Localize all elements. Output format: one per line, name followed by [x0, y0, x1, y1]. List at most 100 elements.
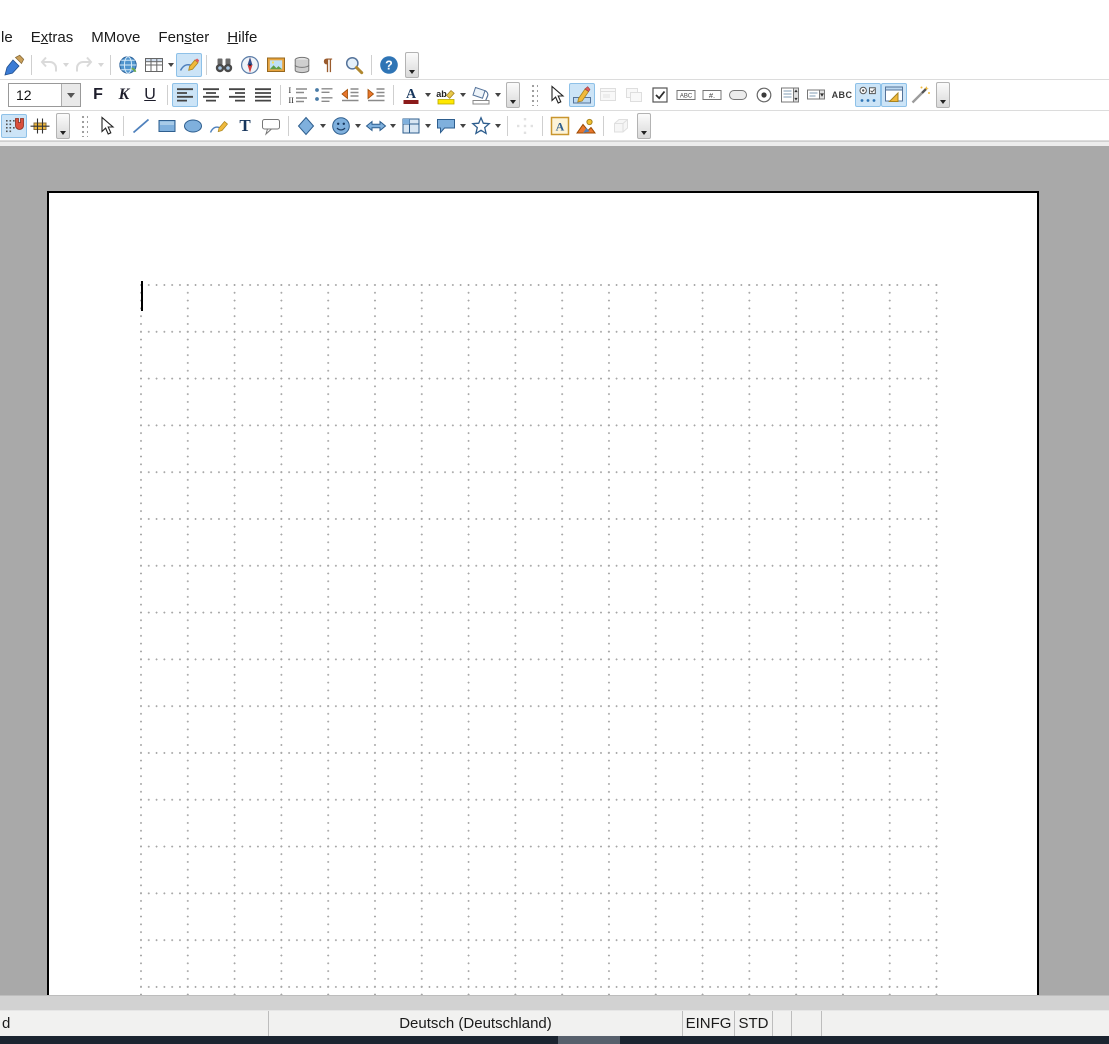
- star-shapes-button[interactable]: [468, 114, 503, 138]
- underline-button[interactable]: U: [137, 83, 163, 107]
- highlighting-button[interactable]: ab: [433, 83, 468, 107]
- more-controls-button[interactable]: [855, 83, 881, 107]
- helplines-icon: [29, 115, 51, 137]
- insert-table-button[interactable]: [141, 53, 176, 77]
- callout-shapes-button[interactable]: [433, 114, 468, 138]
- text-box-control-button[interactable]: ABC: [673, 83, 699, 107]
- dropdown-arrow-icon[interactable]: [495, 124, 501, 128]
- data-sources-button[interactable]: [289, 53, 315, 77]
- show-draw-functions-button[interactable]: [176, 53, 202, 77]
- align-right-button[interactable]: [224, 83, 250, 107]
- helplines-while-moving-button[interactable]: [27, 114, 53, 138]
- callout-plain-icon: [260, 115, 282, 137]
- form-design-and-drawing-toolbar: TA: [0, 111, 1109, 141]
- toolbar-overflow-button[interactable]: [56, 113, 70, 139]
- display-grid-button[interactable]: [1, 114, 27, 138]
- align-left-button[interactable]: [172, 83, 198, 107]
- status-cell-einfg[interactable]: EINFG: [682, 1011, 734, 1036]
- dropdown-arrow-icon[interactable]: [495, 93, 501, 97]
- toolbar-overflow-button[interactable]: [405, 52, 419, 78]
- design-mode-button[interactable]: [569, 83, 595, 107]
- justify-button[interactable]: [250, 83, 276, 107]
- find-replace-button[interactable]: [211, 53, 237, 77]
- font-size-dropdown-arrow-icon[interactable]: [61, 84, 80, 106]
- clone-formatting-button[interactable]: [1, 53, 27, 77]
- font-size-value[interactable]: 12: [9, 87, 61, 103]
- toolbar-drag-handle[interactable]: [81, 115, 88, 137]
- document-workspace[interactable]: [0, 146, 1109, 995]
- taskbar-button-fragment[interactable]: [558, 1036, 620, 1044]
- flowchart-shapes-button[interactable]: [398, 114, 433, 138]
- formatting-marks-button[interactable]: ¶: [315, 53, 341, 77]
- menu-extras[interactable]: Extras: [22, 27, 83, 48]
- toolbar-overflow-button[interactable]: [506, 82, 520, 108]
- wizards-on-off-button[interactable]: [907, 83, 933, 107]
- basic-shapes-button[interactable]: [293, 114, 328, 138]
- font-color-icon: A: [400, 84, 422, 106]
- font-size-combobox[interactable]: 12: [8, 83, 81, 107]
- gallery-button[interactable]: [263, 53, 289, 77]
- formatted-field-button[interactable]: #.: [699, 83, 725, 107]
- insert-picture-button[interactable]: [573, 114, 599, 138]
- combo-box-control-button[interactable]: [803, 83, 829, 107]
- freeform-line-button[interactable]: [206, 114, 232, 138]
- star-icon: [470, 115, 492, 137]
- toolbar-overflow-button[interactable]: [936, 82, 950, 108]
- insert-hyperlink-button[interactable]: [115, 53, 141, 77]
- horizontal-scrollbar-track[interactable]: [0, 995, 1109, 1010]
- menu-hilfe[interactable]: Hilfe: [218, 27, 266, 48]
- label-field-button[interactable]: ABC: [829, 83, 855, 107]
- menu-le[interactable]: le: [0, 27, 22, 48]
- dropdown-arrow-icon[interactable]: [63, 63, 69, 67]
- bullet-list-button[interactable]: [311, 83, 337, 107]
- insert-line-button[interactable]: [128, 114, 154, 138]
- option-button-control-button[interactable]: [751, 83, 777, 107]
- push-button-control-button[interactable]: [725, 83, 751, 107]
- select-button[interactable]: [93, 114, 119, 138]
- list-box-control-button[interactable]: [777, 83, 803, 107]
- symbol-shapes-button[interactable]: [328, 114, 363, 138]
- dropdown-arrow-icon[interactable]: [390, 124, 396, 128]
- bold-button[interactable]: F: [85, 83, 111, 107]
- italic-button[interactable]: K: [111, 83, 137, 107]
- status-cell-5: [791, 1011, 821, 1036]
- increase-indent-button[interactable]: [363, 83, 389, 107]
- dropdown-arrow-icon[interactable]: [425, 124, 431, 128]
- dropdown-arrow-icon[interactable]: [460, 93, 466, 97]
- insert-ellipse-button[interactable]: [180, 114, 206, 138]
- dropdown-arrow-icon[interactable]: [460, 124, 466, 128]
- navigator-button[interactable]: [237, 53, 263, 77]
- menu-mmove[interactable]: MMove: [82, 27, 149, 48]
- callout-button[interactable]: [258, 114, 284, 138]
- decrease-indent-button[interactable]: [337, 83, 363, 107]
- paintbrush-icon: [3, 54, 25, 76]
- help-button[interactable]: ?: [376, 53, 402, 77]
- form-design-button[interactable]: [881, 83, 907, 107]
- status-cell-d[interactable]: d: [0, 1011, 268, 1036]
- zoom-button[interactable]: [341, 53, 367, 77]
- svg-text:ab: ab: [436, 89, 447, 99]
- status-cell-deutsch-deutschland[interactable]: Deutsch (Deutschland): [268, 1011, 682, 1036]
- font-color-button[interactable]: A: [398, 83, 433, 107]
- insert-text-box-button[interactable]: T: [232, 114, 258, 138]
- label-field-icon: ABC: [831, 84, 853, 106]
- toolbar-overflow-button[interactable]: [637, 113, 651, 139]
- document-page[interactable]: [47, 191, 1039, 995]
- select-button[interactable]: [543, 83, 569, 107]
- dropdown-arrow-icon[interactable]: [425, 93, 431, 97]
- dropdown-arrow-icon[interactable]: [168, 63, 174, 67]
- toolbar-drag-handle[interactable]: [531, 84, 538, 106]
- align-center-button[interactable]: [198, 83, 224, 107]
- fontwork-gallery-button[interactable]: A: [547, 114, 573, 138]
- numbered-list-button[interactable]: III: [285, 83, 311, 107]
- insert-rectangle-button[interactable]: [154, 114, 180, 138]
- status-cell-std[interactable]: STD: [734, 1011, 772, 1036]
- block-arrows-button[interactable]: [363, 114, 398, 138]
- dropdown-arrow-icon[interactable]: [320, 124, 326, 128]
- underline-icon: U: [139, 84, 161, 106]
- background-color-button[interactable]: [468, 83, 503, 107]
- checkbox-control-button[interactable]: [647, 83, 673, 107]
- menu-fenster[interactable]: Fenster: [149, 27, 218, 48]
- dropdown-arrow-icon[interactable]: [98, 63, 104, 67]
- dropdown-arrow-icon[interactable]: [355, 124, 361, 128]
